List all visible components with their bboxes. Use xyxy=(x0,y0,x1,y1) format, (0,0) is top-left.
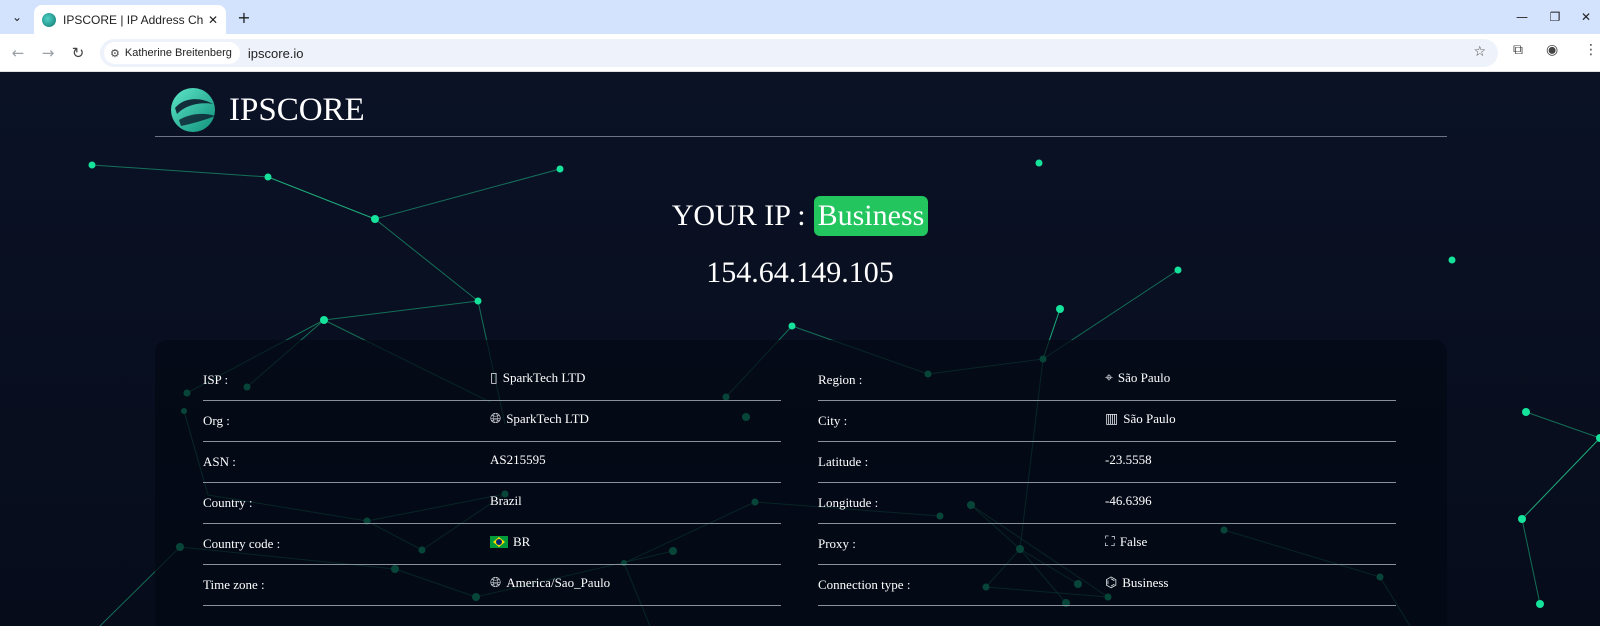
region-value: ⌖ São Paulo xyxy=(1105,370,1170,386)
network-icon: ⌬ xyxy=(1105,575,1118,591)
back-icon[interactable]: ← xyxy=(6,41,30,65)
proxy-label: Proxy : xyxy=(818,536,856,551)
detail-row-time-zone: Time zone : 🌐︎ America/Sao_Paulo xyxy=(203,565,781,606)
longitude-label: Longitude : xyxy=(818,495,879,510)
profile-icon[interactable]: ◉ xyxy=(1546,42,1558,58)
ip-type-badge: Business xyxy=(813,196,929,236)
star-icon[interactable]: ☆ xyxy=(1473,44,1486,60)
tab-list-icon[interactable]: ⌄ xyxy=(6,6,28,28)
time-zone-label: Time zone : xyxy=(203,577,265,592)
proxy-value: ⛶ False xyxy=(1105,534,1147,550)
isp-text: SparkTech LTD xyxy=(502,370,586,385)
map-icon: ⌖ xyxy=(1105,370,1113,386)
city-value: ▥ São Paulo xyxy=(1105,411,1176,427)
ip-details-panel: ISP : ▯ SparkTech LTD Org : 🌐︎ SparkTech… xyxy=(155,340,1447,626)
details-left-column: ISP : ▯ SparkTech LTD Org : 🌐︎ SparkTech… xyxy=(203,360,781,606)
region-text: São Paulo xyxy=(1117,370,1171,385)
server-icon: ▯ xyxy=(490,370,498,386)
org-value: 🌐︎ SparkTech LTD xyxy=(490,411,589,427)
menu-icon[interactable]: ⋮ xyxy=(1584,42,1598,58)
browser-tab[interactable]: IPSCORE | IP Address Checker ✕ xyxy=(34,5,226,34)
country-value: Brazil xyxy=(490,493,522,508)
brazil-flag-icon xyxy=(490,536,508,548)
isp-value: ▯ SparkTech LTD xyxy=(490,370,585,386)
tab-title: IPSCORE | IP Address Checker xyxy=(63,12,203,27)
detail-row-latitude: Latitude : -23.5558 xyxy=(818,442,1396,483)
asn-value: AS215595 xyxy=(490,452,546,467)
globe-icon: 🌐︎ xyxy=(490,411,502,427)
longitude-value: -46.6396 xyxy=(1105,493,1152,508)
country-code-label: Country code : xyxy=(203,536,281,551)
isp-label: ISP : xyxy=(203,372,229,387)
profile-chip-label: Katherine Breitenberg xyxy=(124,47,232,59)
asn-label: ASN : xyxy=(203,454,236,469)
connection-type-value: ⌬ Business xyxy=(1105,575,1168,591)
time-zone-value: 🌐︎ America/Sao_Paulo xyxy=(490,575,610,591)
ipscore-logo-icon[interactable] xyxy=(169,86,217,134)
detail-row-org: Org : 🌐︎ SparkTech LTD xyxy=(203,401,781,442)
extensions-icon[interactable]: ⧉ xyxy=(1513,42,1523,58)
globe-icon: 🌐︎ xyxy=(490,575,502,591)
proxy-icon: ⛶ xyxy=(1105,534,1115,550)
city-icon: ▥ xyxy=(1105,411,1119,427)
your-ip-label: YOUR IP : xyxy=(671,199,806,232)
details-right-column: Region : ⌖ São Paulo City : ▥ São Paulo … xyxy=(818,360,1396,606)
address-bar[interactable]: ⚙ Katherine Breitenberg ipscore.io ☆ xyxy=(100,39,1498,67)
browser-tab-strip: ⌄ IPSCORE | IP Address Checker ✕ + — ❐ ✕ xyxy=(0,0,1600,34)
page: IPSCORE YOUR IP : Business 154.64.149.105… xyxy=(0,72,1600,626)
detail-row-proxy: Proxy : ⛶ False xyxy=(818,524,1396,565)
org-label: Org : xyxy=(203,413,230,428)
site-info-chip[interactable]: ⚙ Katherine Breitenberg xyxy=(104,42,240,64)
connection-type-label: Connection type : xyxy=(818,577,911,592)
tune-icon: ⚙ xyxy=(110,46,120,60)
detail-row-isp: ISP : ▯ SparkTech LTD xyxy=(203,360,781,401)
site-header: IPSCORE xyxy=(155,72,1447,137)
detail-row-country-code: Country code : BR xyxy=(203,524,781,565)
close-window-icon[interactable]: ✕ xyxy=(1571,6,1600,28)
connection-type-text: Business xyxy=(1122,575,1169,590)
minimize-icon[interactable]: — xyxy=(1507,6,1537,28)
brand-name[interactable]: IPSCORE xyxy=(229,92,365,129)
reload-icon[interactable]: ↻ xyxy=(66,41,90,65)
url-text[interactable]: ipscore.io xyxy=(248,46,304,61)
city-text: São Paulo xyxy=(1123,411,1176,426)
forward-icon[interactable]: → xyxy=(36,41,60,65)
detail-row-connection-type: Connection type : ⌬ Business xyxy=(818,565,1396,606)
proxy-text: False xyxy=(1119,534,1148,549)
detail-row-country: Country : Brazil xyxy=(203,483,781,524)
close-icon[interactable]: ✕ xyxy=(208,13,218,27)
latitude-label: Latitude : xyxy=(818,454,869,469)
time-zone-text: America/Sao_Paulo xyxy=(506,575,611,590)
browser-toolbar: ← → ↻ ⚙ Katherine Breitenberg ipscore.io… xyxy=(0,34,1600,72)
country-code-value: BR xyxy=(490,534,530,550)
city-label: City : xyxy=(818,413,848,428)
detail-row-longitude: Longitude : -46.6396 xyxy=(818,483,1396,524)
country-code-text: BR xyxy=(513,534,531,549)
detail-row-region: Region : ⌖ São Paulo xyxy=(818,360,1396,401)
ip-address: 154.64.149.105 xyxy=(706,256,894,289)
latitude-value: -23.5558 xyxy=(1105,452,1152,467)
detail-row-city: City : ▥ São Paulo xyxy=(818,401,1396,442)
org-text: SparkTech LTD xyxy=(506,411,589,426)
country-label: Country : xyxy=(203,495,253,510)
detail-row-asn: ASN : AS215595 xyxy=(203,442,781,483)
region-label: Region : xyxy=(818,372,863,387)
restore-icon[interactable]: ❐ xyxy=(1540,6,1570,28)
ipscore-favicon-icon xyxy=(42,12,56,27)
plus-icon[interactable]: + xyxy=(233,6,255,28)
ip-heading: YOUR IP : Business xyxy=(0,196,1600,236)
